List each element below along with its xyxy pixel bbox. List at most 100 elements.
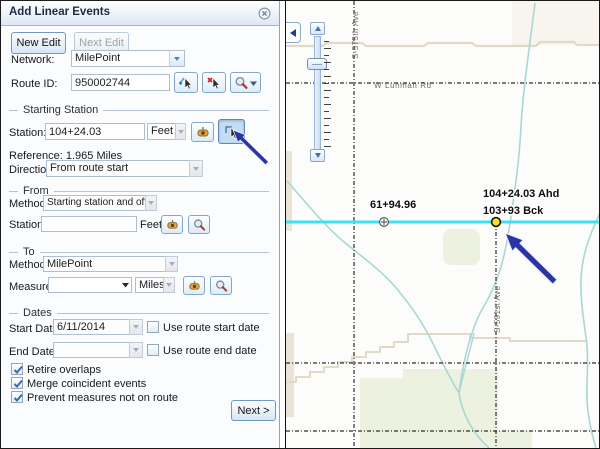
measure-units-trigger[interactable] [163, 277, 175, 293]
zoom-slider-track[interactable] [314, 36, 321, 150]
to-method-trigger[interactable] [165, 256, 178, 272]
start-date-combo[interactable]: 6/11/2014 [53, 319, 130, 335]
route-clear-cursor-icon [206, 75, 222, 91]
to-section-label: To [23, 246, 35, 258]
measure-label-left: 61+94.96 [370, 199, 416, 211]
field-polygon [360, 369, 498, 431]
route-id-label: Route ID: [11, 78, 57, 90]
chevron-down-icon [166, 283, 172, 287]
road-label-vertical-top: S-575th Ave [351, 11, 360, 59]
network-label: Network: [11, 54, 54, 66]
to-method-combo[interactable]: MilePoint [43, 256, 166, 272]
river-line [287, 181, 459, 393]
end-date-trigger[interactable] [129, 342, 143, 358]
check-icon [12, 377, 25, 390]
panel-header: Add Linear Events [1, 1, 279, 26]
chevron-down-icon [133, 348, 139, 352]
direction-combo[interactable]: From route start [46, 160, 190, 177]
route-select-cursor-icon [178, 75, 194, 91]
chevron-down-icon [178, 130, 184, 134]
from-method-combo[interactable]: Starting station and offset [43, 195, 146, 211]
annotation-arrow [505, 233, 557, 284]
end-date-label: End Date: [9, 346, 58, 358]
measure-label-right-line2: 103+93 Bck [483, 205, 544, 217]
magnifier-icon [236, 77, 246, 87]
selected-station-marker[interactable] [492, 218, 501, 227]
clear-route-selection-button[interactable] [202, 72, 226, 93]
measure-combo[interactable] [48, 277, 132, 293]
station-input[interactable] [45, 123, 145, 140]
from-station-input[interactable] [41, 216, 137, 232]
station-units-combo[interactable]: Feet [147, 123, 176, 140]
chevron-up-icon [315, 26, 321, 31]
prevent-measures-label: Prevent measures not on route [27, 392, 178, 404]
network-combo-trigger[interactable] [169, 50, 185, 67]
add-linear-events-panel: Add Linear Events New Edit Next Edit Net… [1, 1, 280, 448]
new-edit-button[interactable]: New Edit [11, 32, 66, 54]
zoom-in-button[interactable] [310, 22, 325, 35]
station-locator-icon [187, 279, 202, 292]
dates-section-label: Dates [23, 307, 52, 319]
magnifier-icon [214, 279, 229, 293]
from-search-button[interactable] [188, 215, 210, 234]
chevron-left-icon [290, 29, 296, 37]
route-id-input[interactable] [71, 74, 170, 91]
chevron-down-icon [169, 262, 175, 266]
station-select-cursor-icon [223, 123, 240, 140]
chevron-down-icon [174, 57, 180, 61]
station-locator-icon [165, 218, 180, 231]
map-road-edge [286, 333, 294, 417]
from-locate-button[interactable] [161, 215, 183, 234]
use-route-start-date-label: Use route start date [163, 322, 260, 334]
field-polygon [360, 431, 532, 448]
starting-station-section-label: Starting Station [23, 104, 98, 116]
use-route-end-date-label: Use route end date [163, 345, 257, 357]
chevron-down-icon [133, 325, 139, 329]
map-road-edge [286, 151, 292, 231]
from-method-trigger[interactable] [145, 195, 157, 211]
chevron-down-icon [250, 81, 257, 86]
next-button[interactable]: Next > [231, 400, 276, 421]
direction-combo-trigger[interactable] [189, 160, 203, 177]
merge-coincident-label: Merge coincident events [27, 378, 146, 390]
check-icon [12, 391, 25, 404]
chevron-down-icon [148, 201, 154, 205]
zoom-out-button[interactable] [310, 149, 325, 162]
start-date-trigger[interactable] [129, 319, 143, 335]
station-units-trigger[interactable] [175, 123, 186, 140]
station-locate-button[interactable] [191, 122, 214, 142]
map-canvas: S-575th Ave W Luhman Rd S-591st Ave 61+9… [286, 1, 600, 448]
panel-title: Add Linear Events [9, 6, 110, 18]
retire-overlaps-label: Retire overlaps [27, 364, 101, 376]
route-search-menu-button[interactable] [230, 72, 261, 93]
chevron-down-icon [193, 167, 199, 171]
station-locator-icon [195, 125, 211, 139]
prevent-measures-checkbox[interactable] [11, 391, 23, 403]
measure-search-button[interactable] [210, 276, 232, 295]
use-route-end-date-checkbox[interactable] [147, 344, 159, 356]
starting-station-section-header: Starting Station [9, 104, 269, 116]
magnifier-icon [192, 218, 207, 232]
station-label: Station: [9, 127, 46, 139]
measure-units-combo[interactable]: Miles [135, 277, 164, 293]
use-route-start-date-checkbox[interactable] [147, 321, 159, 333]
retire-overlaps-checkbox[interactable] [11, 363, 23, 375]
measure-label-right-line1: 104+24.03 Ahd [483, 188, 559, 200]
dates-section-header: Dates [9, 307, 269, 319]
road-label-vertical-bottom: S-591st Ave [493, 285, 502, 333]
panel-collapse-button[interactable] [286, 22, 301, 43]
measure-locate-button[interactable] [183, 276, 205, 295]
network-combo[interactable]: MilePoint [71, 50, 170, 67]
check-icon [12, 363, 25, 376]
map-viewport[interactable]: S-575th Ave W Luhman Rd S-591st Ave 61+9… [285, 1, 600, 448]
merge-coincident-checkbox[interactable] [11, 377, 23, 389]
zoom-slider-ticks [324, 41, 331, 153]
map-land-tint [512, 1, 600, 45]
close-icon[interactable] [258, 7, 271, 20]
app-window: Add Linear Events New Edit Next Edit Net… [0, 0, 600, 449]
chevron-down-icon[interactable] [121, 282, 130, 289]
river-line [581, 213, 600, 448]
select-station-on-map-button[interactable] [218, 119, 245, 144]
select-route-on-map-button[interactable] [174, 72, 198, 93]
end-date-combo[interactable] [53, 342, 130, 358]
